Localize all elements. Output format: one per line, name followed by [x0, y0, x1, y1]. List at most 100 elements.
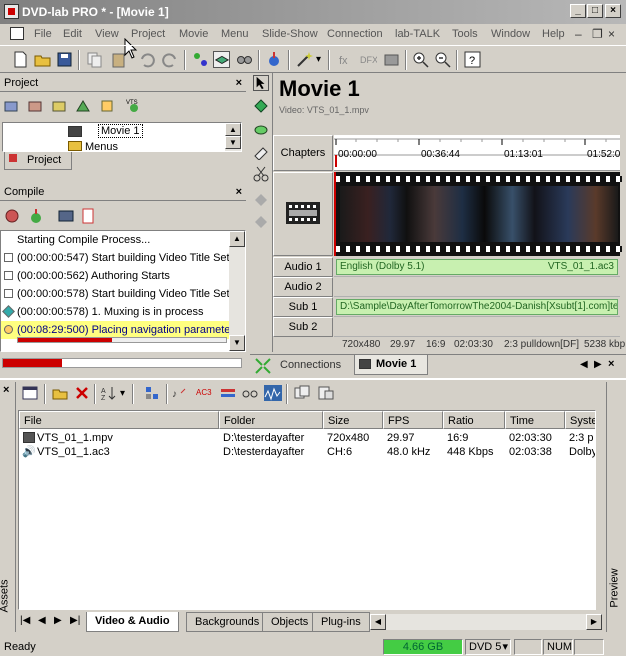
column-header-file[interactable]: File	[19, 411, 219, 429]
tree-item-movie1[interactable]: Movie 1	[98, 124, 143, 138]
zoom-in-icon[interactable]	[412, 51, 429, 68]
column-header-ratio[interactable]: Ratio	[443, 411, 505, 429]
add-movie-icon[interactable]	[4, 99, 18, 113]
track-header-audio1[interactable]: Audio 1	[273, 257, 333, 277]
new-file-icon[interactable]	[12, 51, 29, 68]
add-vmg-icon[interactable]	[76, 99, 90, 113]
mdi-restore-icon[interactable]: ❐	[592, 27, 603, 41]
compile-icon[interactable]	[266, 51, 283, 68]
paste-icon[interactable]	[110, 51, 127, 68]
project-tree-scrollbar[interactable]: ▲ ▼	[225, 123, 241, 151]
mdi-minimize-icon[interactable]: –	[575, 27, 582, 41]
effects-icon[interactable]: fx	[338, 51, 355, 68]
magic-wand-icon[interactable]	[296, 51, 313, 68]
add-menu-icon[interactable]	[28, 99, 42, 113]
track-header-chapters[interactable]: Chapters	[273, 135, 333, 171]
save-icon[interactable]	[56, 51, 73, 68]
tab-plugins[interactable]: Plug-ins	[312, 612, 370, 632]
zoom-out-icon[interactable]	[434, 51, 451, 68]
playback-icon[interactable]	[383, 51, 400, 68]
column-header-fps[interactable]: FPS	[383, 411, 443, 429]
assets-close-icon[interactable]: ×	[3, 384, 9, 396]
sort-az-icon[interactable]: AZ	[100, 385, 116, 401]
redo-icon[interactable]	[162, 51, 179, 68]
first-tab-icon[interactable]: |◀	[20, 615, 30, 626]
compile-settings-icon[interactable]	[4, 208, 20, 224]
preview-label[interactable]: Preview	[609, 568, 621, 607]
tab-close-icon[interactable]: ×	[608, 358, 614, 370]
help-icon[interactable]: ?	[464, 51, 481, 68]
cut-tool-icon[interactable]	[253, 166, 269, 182]
view-mode-icon[interactable]	[22, 385, 38, 401]
next-tab-icon[interactable]: ▶	[54, 615, 62, 626]
menu-help[interactable]: Help	[542, 28, 565, 40]
find-icon[interactable]	[236, 51, 253, 68]
waveform-icon[interactable]	[264, 385, 282, 401]
table-row[interactable]: 🔊 VTS_01_1.ac3 D:\testerdayafter CH:6 48…	[19, 445, 595, 459]
eraser-tool-icon[interactable]	[253, 144, 269, 160]
audio2-track[interactable]	[334, 277, 620, 297]
menu-view[interactable]: View	[95, 28, 119, 40]
column-header-size[interactable]: Size	[323, 411, 383, 429]
menu-labtalk[interactable]: lab-TALK	[395, 28, 440, 40]
close-button[interactable]: ×	[605, 4, 621, 18]
vts-icon[interactable]: VTS	[124, 97, 144, 113]
layers-tool-icon[interactable]	[213, 51, 230, 68]
menu-menu[interactable]: Menu	[221, 28, 249, 40]
tab-project[interactable]: Project	[4, 152, 72, 170]
menu-slideshow[interactable]: Slide-Show	[262, 28, 318, 40]
sort-dropdown-icon[interactable]: ▾	[120, 388, 125, 399]
delete-icon[interactable]	[74, 385, 90, 401]
project-panel-close-icon[interactable]: ×	[236, 76, 242, 91]
track-header-sub1[interactable]: Sub 1	[273, 297, 333, 317]
export-icon[interactable]	[318, 385, 334, 401]
assets-h-scrollbar[interactable]: ◀ ▶	[370, 614, 602, 630]
tab-connections[interactable]: Connections	[280, 359, 341, 371]
link-tool-icon[interactable]	[192, 51, 209, 68]
sub2-track[interactable]	[334, 317, 620, 337]
prev-tab-icon[interactable]: ◀	[38, 615, 46, 626]
sub1-track[interactable]: D:\Sample\DayAfterTomorrowThe2004-Danish…	[334, 297, 620, 317]
pointer-tool-icon[interactable]	[253, 75, 269, 91]
menu-file[interactable]: File	[34, 28, 52, 40]
compile-log-scrollbar[interactable]: ▲ ▼	[229, 231, 245, 351]
menu-window[interactable]: Window	[491, 28, 530, 40]
menu-edit[interactable]: Edit	[63, 28, 82, 40]
video-track-thumbnails[interactable]	[334, 172, 622, 256]
audio-convert-icon[interactable]: ♪	[172, 385, 188, 401]
burn-icon[interactable]	[58, 208, 74, 224]
move-right-tool-icon[interactable]	[253, 214, 269, 230]
tree-item-menus[interactable]: Menus	[85, 141, 118, 151]
table-row[interactable]: VTS_01_1.mpv D:\testerdayafter 720x480 2…	[19, 431, 595, 445]
dfx-icon[interactable]: DFX	[360, 51, 377, 68]
chapter-tool-icon[interactable]	[253, 98, 269, 114]
copy-icon[interactable]	[86, 51, 103, 68]
ac3-icon[interactable]: AC3	[196, 385, 212, 401]
compile-panel-close-icon[interactable]: ×	[236, 185, 242, 200]
undo-icon[interactable]	[138, 51, 155, 68]
sub1-clip[interactable]: D:\Sample\DayAfterTomorrowThe2004-Danish…	[336, 299, 618, 315]
add-slideshow-icon[interactable]	[52, 99, 66, 113]
audio-tool-icon[interactable]	[100, 99, 114, 113]
minimize-button[interactable]: _	[570, 4, 586, 18]
open-folder-icon[interactable]	[34, 51, 51, 68]
audio1-clip[interactable]: English (Dolby 5.1) VTS_01_1.ac3	[336, 259, 618, 275]
tab-video-audio[interactable]: Video & Audio	[86, 612, 179, 632]
tab-scroll-left-icon[interactable]: ◀	[580, 359, 588, 370]
dropdown-arrow-icon[interactable]: ▾	[316, 54, 321, 65]
track-header-sub2[interactable]: Sub 2	[273, 317, 333, 337]
menu-movie[interactable]: Movie	[179, 28, 208, 40]
maximize-button[interactable]: □	[587, 4, 603, 18]
glasses-icon[interactable]	[242, 385, 258, 401]
tile-icon[interactable]	[144, 385, 160, 401]
tab-objects[interactable]: Objects	[262, 612, 318, 632]
cell-tool-icon[interactable]	[253, 122, 269, 138]
menu-connection[interactable]: Connection	[327, 28, 383, 40]
column-header-folder[interactable]: Folder	[219, 411, 323, 429]
column-header-time[interactable]: Time	[505, 411, 565, 429]
tab-movie1[interactable]: Movie 1	[354, 355, 428, 375]
mdi-close-icon[interactable]: ×	[608, 27, 615, 41]
colorbar-icon[interactable]	[220, 385, 236, 401]
audio1-track[interactable]: English (Dolby 5.1) VTS_01_1.ac3	[334, 257, 620, 277]
last-tab-icon[interactable]: ▶|	[70, 615, 80, 626]
